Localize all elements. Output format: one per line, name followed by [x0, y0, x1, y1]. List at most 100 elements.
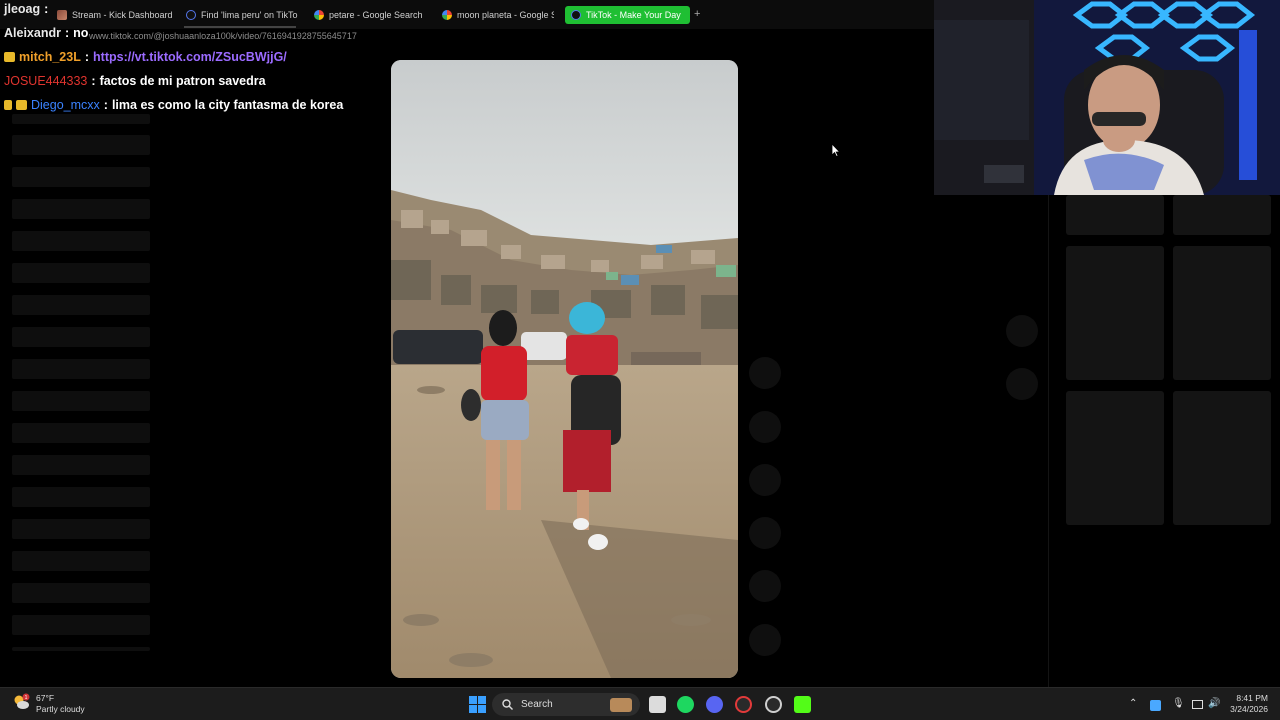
- video-action-button[interactable]: [749, 357, 781, 389]
- search-icon: [502, 699, 513, 710]
- chrome-icon[interactable]: [765, 696, 782, 713]
- tab-label: moon planeta - Google Se: [457, 10, 554, 20]
- video-action-button[interactable]: [749, 570, 781, 602]
- skeleton-card: [1066, 246, 1164, 380]
- skeleton-card: [1066, 391, 1164, 525]
- task-view-icon[interactable]: [649, 696, 666, 713]
- skeleton-row: [12, 487, 150, 507]
- skeleton-card: [1066, 195, 1164, 235]
- weather-widget[interactable]: 1 67°F Partly cloudy: [12, 693, 85, 715]
- vip-badge-icon: [4, 100, 12, 110]
- chat-username: jleoag: [4, 2, 41, 16]
- tab-hover-indicator: [184, 26, 296, 28]
- skeleton-row: [12, 327, 150, 347]
- weather-alert-badge: 1: [25, 695, 28, 701]
- tab-label: TikTok - Make Your Day: [586, 10, 681, 20]
- video-action-button[interactable]: [749, 464, 781, 496]
- system-clock[interactable]: 8:41 PM 3/24/2026: [1230, 693, 1268, 715]
- tab-tiktok-active[interactable]: TikTok - Make Your Day: [565, 6, 690, 24]
- skeleton-row: [12, 455, 150, 475]
- chat-text: no: [73, 26, 89, 40]
- skeleton-row: [12, 199, 150, 219]
- skeleton-row: [12, 114, 150, 124]
- skeleton-row: [12, 263, 150, 283]
- subscriber-badge-icon: [4, 52, 15, 62]
- tiktok-icon: [186, 10, 196, 20]
- tab-kick-dashboard[interactable]: Stream - Kick Dashboard: [57, 6, 175, 24]
- google-icon: [314, 10, 324, 20]
- skeleton-card: [1173, 391, 1271, 525]
- tab-tiktok-search[interactable]: Find 'lima peru' on TikTok: [186, 6, 298, 24]
- chat-message: JOSUE444333 : factos de mi patron savedr…: [4, 74, 266, 88]
- chat-link[interactable]: https://vt.tiktok.com/ZSucBWjjG/: [93, 50, 287, 64]
- chat-separator: :: [91, 74, 96, 88]
- weather-temp: 67°F: [36, 693, 55, 703]
- chat-text: factos de mi patron savedra: [99, 74, 266, 88]
- new-tab-button[interactable]: +: [694, 8, 700, 20]
- partly-cloudy-icon: 1: [14, 693, 30, 709]
- skeleton-row: [12, 423, 150, 443]
- discord-icon[interactable]: [706, 696, 723, 713]
- skeleton-card: [1173, 195, 1271, 235]
- chat-message: jleoag :: [4, 2, 48, 16]
- video-frame: [391, 60, 738, 678]
- weather-desc: Partly cloudy: [36, 704, 85, 714]
- skeleton-row: [12, 359, 150, 379]
- chat-username: JOSUE444333: [4, 74, 88, 88]
- nav-down-button[interactable]: [1006, 368, 1038, 400]
- skeleton-row: [12, 647, 150, 651]
- chat-separator: :: [103, 98, 108, 112]
- tab-petare-search[interactable]: petare - Google Search: [314, 6, 429, 24]
- video-action-button[interactable]: [749, 517, 781, 549]
- chat-message: Aleixandr : no: [4, 26, 88, 40]
- skeleton-row: [12, 391, 150, 411]
- volume-icon[interactable]: 🔊: [1208, 698, 1220, 709]
- webcam-feed: [934, 0, 1280, 195]
- windows-taskbar: 1 67°F Partly cloudy Search ⌃ 🎙 🔊 8:41 P…: [0, 687, 1280, 720]
- chat-message: Diego_mcxx : lima es como la city fantas…: [4, 98, 343, 112]
- skeleton-row: [12, 231, 150, 251]
- skeleton-row: [12, 295, 150, 315]
- chat-username: Aleixandr: [4, 26, 61, 40]
- address-bar[interactable]: www.tiktok.com/@joshuaanloza100k/video/7…: [0, 29, 934, 45]
- search-highlight-icon: [610, 697, 632, 712]
- skeleton-row: [12, 135, 150, 155]
- chat-message: mitch_23L : https://vt.tiktok.com/ZSucBW…: [4, 50, 287, 64]
- onedrive-icon[interactable]: [1150, 700, 1161, 711]
- skeleton-row: [12, 583, 150, 603]
- taskbar-search-box[interactable]: Search: [492, 693, 640, 716]
- windows-start-icon[interactable]: [469, 696, 486, 713]
- subscriber-badge-icon: [16, 100, 27, 110]
- tiktok-video-player[interactable]: [391, 60, 738, 678]
- tab-label: Find 'lima peru' on TikTok: [201, 10, 298, 20]
- clock-date: 3/24/2026: [1230, 704, 1268, 714]
- skeleton-row: [12, 615, 150, 635]
- nav-up-button[interactable]: [1006, 315, 1038, 347]
- skeleton-row: [12, 551, 150, 571]
- chat-separator: :: [44, 2, 49, 16]
- google-icon: [442, 10, 452, 20]
- video-action-button[interactable]: [749, 411, 781, 443]
- spotify-icon[interactable]: [677, 696, 694, 713]
- chevron-up-icon[interactable]: ⌃: [1129, 698, 1137, 709]
- comments-panel: [1048, 195, 1280, 687]
- url-text: www.tiktok.com/@joshuaanloza100k/video/7…: [89, 31, 357, 41]
- skeleton-row: [12, 519, 150, 539]
- clock-time: 8:41 PM: [1236, 693, 1268, 703]
- chat-username: mitch_23L: [19, 50, 81, 64]
- skeleton-row: [12, 167, 150, 187]
- chat-separator: :: [64, 26, 70, 40]
- microphone-icon[interactable]: 🎙: [1172, 698, 1185, 709]
- video-action-button[interactable]: [749, 624, 781, 656]
- tab-label: Stream - Kick Dashboard: [72, 10, 173, 20]
- mouse-cursor-icon: [831, 143, 841, 158]
- chat-text: lima es como la city fantasma de korea: [111, 98, 344, 112]
- kick-thumbnail-icon: [57, 10, 67, 20]
- network-icon[interactable]: [1192, 700, 1203, 709]
- tiktok-icon: [571, 10, 581, 20]
- obs-recording-icon[interactable]: [735, 696, 752, 713]
- tab-moon-planeta-search[interactable]: moon planeta - Google Se: [442, 6, 554, 24]
- tab-label: petare - Google Search: [329, 10, 423, 20]
- webcam-overlay: [934, 0, 1280, 195]
- kick-icon[interactable]: [794, 696, 811, 713]
